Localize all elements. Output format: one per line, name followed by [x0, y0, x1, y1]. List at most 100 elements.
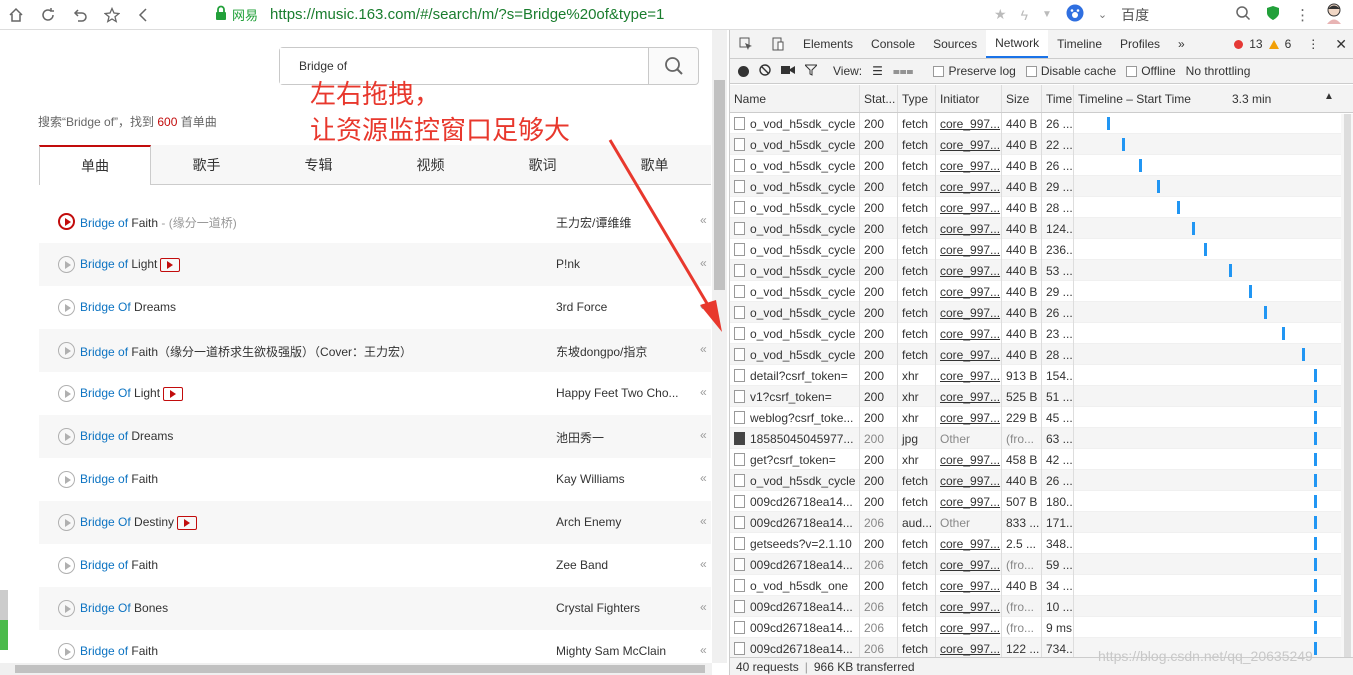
network-row[interactable]: o_vod_h5sdk_cycle 200 fetch core_997... 440 …	[730, 470, 1353, 491]
song-row[interactable]: Bridge Of Bones Crystal Fighters «	[39, 587, 711, 630]
network-row[interactable]: 009cd26718ea14... 206 fetch core_997... (fro…	[730, 617, 1353, 638]
request-name[interactable]: 009cd26718ea14...	[730, 638, 860, 659]
search-button[interactable]	[649, 47, 699, 85]
col-status[interactable]: Stat...	[860, 85, 898, 112]
request-initiator-text[interactable]: core_997...	[940, 285, 1000, 299]
more-menu-icon[interactable]: ⋮	[1295, 6, 1310, 24]
tab-0[interactable]: 单曲	[39, 145, 151, 185]
song-artist[interactable]: Mighty Sam McClain	[556, 644, 686, 658]
request-initiator-text[interactable]: core_997...	[940, 348, 1000, 362]
network-row[interactable]: 009cd26718ea14... 200 fetch core_997... 507 …	[730, 491, 1353, 512]
request-name[interactable]: o_vod_h5sdk_cycle	[730, 470, 860, 491]
request-name[interactable]: o_vod_h5sdk_cycle	[730, 302, 860, 323]
song-row[interactable]: Bridge of Faith（缘分一道桥求生欲极强版）（Cover：王力宏） 东…	[39, 329, 711, 372]
request-initiator-text[interactable]: core_997...	[940, 138, 1000, 152]
network-row[interactable]: 009cd26718ea14... 206 aud... Other 833 ... 17…	[730, 512, 1353, 533]
page-vertical-scrollbar-thumb[interactable]	[714, 80, 725, 290]
network-row[interactable]: o_vod_h5sdk_cycle 200 fetch core_997... 440 …	[730, 218, 1353, 239]
song-title[interactable]: Bridge of Faith	[80, 472, 158, 486]
request-name[interactable]: 009cd26718ea14...	[730, 596, 860, 617]
request-initiator[interactable]: Other	[936, 428, 1002, 449]
device-mode-icon[interactable]	[762, 30, 794, 58]
request-name[interactable]: o_vod_h5sdk_cycle	[730, 113, 860, 134]
preserve-log-checkbox[interactable]: Preserve log	[933, 64, 1016, 78]
devtools-tab-network[interactable]: Network	[986, 30, 1049, 58]
request-name[interactable]: o_vod_h5sdk_cycle	[730, 134, 860, 155]
tab-3[interactable]: 视频	[375, 145, 487, 184]
song-row[interactable]: Bridge Of Destiny Arch Enemy «	[39, 501, 711, 544]
network-row[interactable]: o_vod_h5sdk_cycle 200 fetch core_997... 440 …	[730, 113, 1353, 134]
error-count[interactable]: 13	[1249, 37, 1262, 51]
more-actions-icon[interactable]: «	[700, 299, 707, 313]
more-actions-icon[interactable]: «	[700, 385, 707, 399]
request-initiator-text[interactable]: core_997...	[940, 117, 1000, 131]
network-row[interactable]: o_vod_h5sdk_cycle 200 fetch core_997... 440 …	[730, 302, 1353, 323]
mv-icon[interactable]	[163, 386, 184, 401]
more-actions-icon[interactable]: «	[700, 256, 707, 270]
request-initiator[interactable]: core_997...	[936, 365, 1002, 386]
back-icon[interactable]	[134, 5, 154, 25]
network-scrollbar-thumb[interactable]	[1344, 114, 1351, 657]
dropdown-icon[interactable]: ▼	[1042, 9, 1052, 20]
play-icon[interactable]	[58, 213, 75, 230]
network-row[interactable]: o_vod_h5sdk_cycle 200 fetch core_997... 440 …	[730, 197, 1353, 218]
song-title[interactable]: Bridge of Light	[80, 257, 181, 272]
mv-icon[interactable]	[177, 515, 198, 530]
request-initiator-text[interactable]: core_997...	[940, 201, 1000, 215]
request-initiator-text[interactable]: core_997...	[940, 579, 1000, 593]
tab-1[interactable]: 歌手	[151, 145, 263, 184]
request-initiator[interactable]: core_997...	[936, 176, 1002, 197]
close-icon[interactable]: ✕	[1335, 36, 1347, 53]
col-name[interactable]: Name	[730, 85, 860, 112]
col-time[interactable]: Time	[1042, 85, 1074, 112]
more-actions-icon[interactable]: «	[700, 428, 707, 442]
home-icon[interactable]	[6, 5, 26, 25]
network-row[interactable]: o_vod_h5sdk_cycle 200 fetch core_997... 440 …	[730, 281, 1353, 302]
request-initiator[interactable]: core_997...	[936, 449, 1002, 470]
devtools-tab-profiles[interactable]: Profiles	[1111, 30, 1169, 58]
mv-icon[interactable]	[160, 257, 181, 272]
request-initiator[interactable]: core_997...	[936, 491, 1002, 512]
request-initiator[interactable]: Other	[936, 512, 1002, 533]
request-initiator-text[interactable]: core_997...	[940, 390, 1000, 404]
song-artist[interactable]: Zee Band	[556, 558, 686, 572]
request-name[interactable]: 009cd26718ea14...	[730, 554, 860, 575]
request-initiator-text[interactable]: core_997...	[940, 495, 1000, 509]
col-type[interactable]: Type	[898, 85, 936, 112]
request-initiator-text[interactable]: core_997...	[940, 558, 1000, 572]
song-artist[interactable]: 池田秀一	[556, 429, 686, 446]
request-initiator[interactable]: core_997...	[936, 344, 1002, 365]
network-row[interactable]: o_vod_h5sdk_one 200 fetch core_997... 440 B3…	[730, 575, 1353, 596]
request-name[interactable]: o_vod_h5sdk_cycle	[730, 323, 860, 344]
network-row[interactable]: o_vod_h5sdk_cycle 200 fetch core_997... 440 …	[730, 344, 1353, 365]
request-initiator-text[interactable]: core_997...	[940, 306, 1000, 320]
throttling-select[interactable]: No throttling	[1186, 64, 1251, 78]
request-initiator[interactable]: core_997...	[936, 386, 1002, 407]
request-name[interactable]: o_vod_h5sdk_cycle	[730, 176, 860, 197]
request-initiator[interactable]: core_997...	[936, 323, 1002, 344]
song-title[interactable]: Bridge of Faith	[80, 644, 158, 658]
tab-4[interactable]: 歌词	[487, 145, 599, 184]
play-icon[interactable]	[58, 471, 75, 488]
offline-checkbox[interactable]: Offline	[1126, 64, 1176, 78]
url-text[interactable]: https://music.163.com/#/search/m/?s=Brid…	[270, 6, 664, 23]
song-title[interactable]: Bridge of Faith	[80, 558, 158, 572]
request-name[interactable]: 009cd26718ea14...	[730, 512, 860, 533]
network-row[interactable]: 009cd26718ea14... 206 fetch core_997... (fro…	[730, 554, 1353, 575]
network-row[interactable]: o_vod_h5sdk_cycle 200 fetch core_997... 440 …	[730, 134, 1353, 155]
song-title[interactable]: Bridge Of Dreams	[80, 300, 176, 314]
more-actions-icon[interactable]: «	[700, 557, 707, 571]
request-initiator[interactable]: core_997...	[936, 197, 1002, 218]
song-row[interactable]: Bridge of Dreams 池田秀一 «	[39, 415, 711, 458]
request-initiator-text[interactable]: core_997...	[940, 264, 1000, 278]
sort-icon[interactable]: ▲	[1324, 91, 1334, 102]
overview-icon[interactable]: ⩶	[893, 64, 914, 79]
network-row[interactable]: 009cd26718ea14... 206 fetch core_997... (fro…	[730, 596, 1353, 617]
play-icon[interactable]	[58, 299, 75, 316]
request-initiator[interactable]: core_997...	[936, 407, 1002, 428]
request-name[interactable]: v1?csrf_token=	[730, 386, 860, 407]
request-initiator[interactable]: core_997...	[936, 260, 1002, 281]
col-timeline[interactable]: Timeline – Start Time 3.3 min ▲	[1074, 85, 1334, 112]
more-tabs-icon[interactable]: »	[1169, 30, 1194, 58]
devtools-menu-icon[interactable]: ⋮	[1307, 37, 1319, 51]
